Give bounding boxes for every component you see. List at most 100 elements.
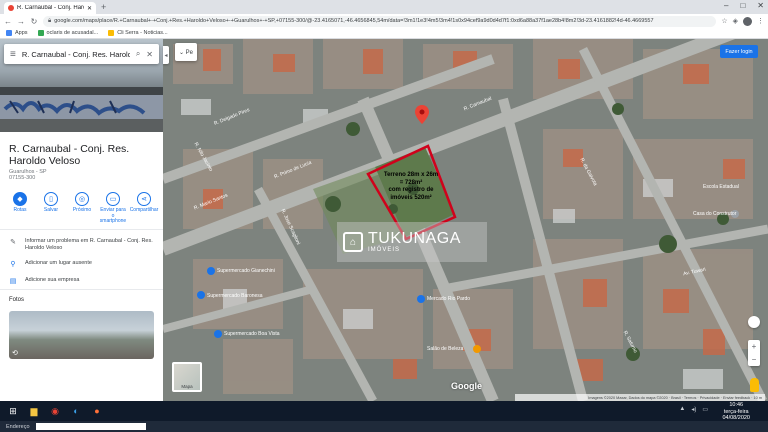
address-label: Endereço: [6, 423, 30, 430]
poi-label: Casa do Construtor: [693, 211, 737, 217]
reload-icon[interactable]: ↻: [30, 17, 38, 26]
close-window-button[interactable]: ✕: [757, 1, 764, 10]
bookmark-icon: [108, 30, 115, 36]
url-text: google.com/maps/place/R.+Carnaubal+-+Con…: [54, 18, 654, 24]
browser-toolbar: ← → ↻ 🔒︎ google.com/maps/place/R.+Carnau…: [0, 14, 768, 28]
file-explorer-icon[interactable]: ▆: [27, 404, 41, 418]
extensions-icon[interactable]: ◈: [733, 17, 738, 25]
forward-arrow-icon[interactable]: →: [17, 17, 25, 26]
edge-icon[interactable]: ◐: [69, 404, 83, 418]
poi-marker-icon[interactable]: [207, 267, 215, 275]
address-input[interactable]: [35, 423, 146, 430]
poi-label: Escola Estadual: [703, 184, 739, 190]
satellite-map[interactable]: Terreno 28m x 26m = 728m² com registro d…: [163, 39, 768, 401]
bookmark-icon: [37, 30, 44, 36]
windows-taskbar: ⊞ ▆ ◉ ◐ ●: [0, 401, 768, 421]
close-tab-icon[interactable]: ✕: [87, 5, 92, 12]
poi-label: Salão de Beleza: [427, 346, 464, 352]
maps-favicon-icon: [8, 5, 14, 11]
profile-avatar[interactable]: [743, 16, 752, 26]
store-icon: ▤: [9, 278, 17, 285]
more-menu-icon[interactable]: ⋮: [757, 17, 764, 25]
pegman-icon[interactable]: [750, 378, 759, 392]
photos-heading: Fotos: [9, 297, 25, 303]
bookmark-item[interactable]: oclaris de acusadal...: [37, 30, 98, 36]
volume-icon[interactable]: ◂): [691, 406, 696, 413]
share-button[interactable]: ⋖ Compartilhar: [130, 192, 158, 225]
battery-icon[interactable]: ▭: [702, 406, 708, 413]
poi-label: Mercado Rio Pardo: [427, 296, 471, 302]
chrome-icon[interactable]: ◉: [48, 404, 62, 418]
star-icon[interactable]: ☆: [721, 17, 727, 25]
directions-button[interactable]: ◆ Rotas: [6, 192, 34, 225]
watermark-logo: ⌂ TUKUNAGA IMÓVEIS: [337, 222, 487, 262]
tab-title: R. Carnaubal - Conj. Haroldo: [17, 5, 84, 11]
poi-label: Supermercado Baronesa: [207, 293, 263, 299]
directions-icon: ◆: [13, 192, 27, 206]
taskbar-address-toolbar: Endereço: [0, 421, 768, 432]
house-logo-icon: ⌂: [343, 232, 363, 252]
taskbar-clock[interactable]: 10:46 terça-feira 04/08/2020: [722, 402, 750, 422]
pencil-icon: ✎: [10, 239, 16, 246]
google-logo: Google: [451, 381, 482, 391]
compass-icon[interactable]: [748, 316, 760, 328]
poi-marker-icon[interactable]: [417, 295, 425, 303]
nearby-icon: ◎: [75, 192, 89, 206]
save-button[interactable]: ▯ Salvar: [37, 192, 65, 225]
poi-marker-icon[interactable]: [214, 330, 222, 338]
place-postal-code: 07155-300: [9, 175, 36, 181]
address-bar[interactable]: 🔒︎ google.com/maps/place/R.+Carnaubal+-+…: [43, 15, 717, 27]
share-icon: ⋖: [137, 192, 151, 206]
network-icon[interactable]: ▲: [679, 406, 685, 413]
zoom-controls: + −: [748, 340, 760, 366]
window-controls: – □ ✕: [724, 1, 764, 10]
lot-annotation: Terreno 28m x 26m = 728m² com registro d…: [383, 172, 439, 201]
send-phone-icon: ▭: [106, 192, 120, 206]
back-arrow-icon[interactable]: ←: [4, 17, 12, 26]
map-attribution: Imagens ©2020 Maxar, Dados do mapa ©2020…: [515, 394, 765, 401]
browser-tab[interactable]: R. Carnaubal - Conj. Haroldo ✕: [4, 2, 96, 14]
map-imagery: [163, 39, 768, 401]
zoom-out-button[interactable]: −: [752, 355, 757, 364]
add-missing-place-row[interactable]: ⚲ Adicionar um lugar ausente: [9, 260, 159, 268]
firefox-icon[interactable]: ●: [90, 404, 104, 418]
divider: [0, 289, 163, 290]
photo-thumbnail[interactable]: ⟲: [9, 311, 154, 359]
windows-start-icon[interactable]: ⊞: [6, 404, 20, 418]
search-input[interactable]: R. Carnaubal - Conj. Res. Haroldo: [22, 50, 130, 59]
search-box[interactable]: ≡ R. Carnaubal - Conj. Res. Haroldo ⌕ ✕: [4, 44, 159, 64]
search-icon[interactable]: ⌕: [136, 49, 140, 59]
place-panel: ≡ R. Carnaubal - Conj. Res. Haroldo ⌕ ✕ …: [0, 39, 163, 401]
sign-in-button[interactable]: Fazer login: [720, 45, 758, 58]
poi-marker-icon[interactable]: [197, 291, 205, 299]
hamburger-menu-icon[interactable]: ≡: [10, 49, 16, 60]
divider: [0, 229, 163, 230]
zoom-in-button[interactable]: +: [752, 342, 757, 351]
street-view-icon: ⟲: [12, 350, 18, 357]
poi-label: Supermercado Boa Vista: [224, 331, 280, 337]
send-to-phone-button[interactable]: ▭ Enviar para o smartphone: [99, 192, 127, 225]
place-title: R. Carnaubal - Conj. Res. Haroldo Veloso: [9, 143, 130, 167]
report-problem-row[interactable]: ✎ Informar um problema em R. Carnaubal -…: [9, 238, 159, 252]
close-icon[interactable]: ✕: [146, 50, 153, 59]
add-business-row[interactable]: ▤ Adicione sua empresa: [9, 277, 159, 285]
poi-label: Supermercado Gianechini: [217, 268, 275, 274]
apps-grid-icon: [6, 30, 12, 36]
poi-marker-icon[interactable]: [473, 345, 481, 353]
lock-icon: 🔒︎: [48, 17, 52, 24]
system-tray: ▲ ◂) ▭: [679, 406, 708, 413]
pin-plus-icon: ⚲: [10, 261, 16, 268]
bookmarks-bar: Apps oclaris de acusadal... Cli Serra - …: [0, 28, 768, 39]
maximize-button[interactable]: □: [740, 1, 745, 10]
bookmark-icon: ▯: [44, 192, 58, 206]
map-search-nearby-button[interactable]: ⌄ Pe: [175, 43, 197, 61]
map-layer-toggle[interactable]: Mapa: [172, 362, 202, 392]
tab-strip: R. Carnaubal - Conj. Haroldo ✕ + – □ ✕: [0, 0, 768, 14]
collapse-panel-button[interactable]: ◂: [163, 46, 169, 64]
new-tab-button[interactable]: +: [101, 2, 106, 12]
bookmark-item[interactable]: Cli Serra - Noticias...: [108, 30, 168, 36]
minimize-button[interactable]: –: [724, 1, 728, 10]
nearby-button[interactable]: ◎ Próximo: [68, 192, 96, 225]
place-actions: ◆ Rotas ▯ Salvar ◎ Próximo ▭ Enviar para…: [6, 192, 158, 225]
bookmark-apps[interactable]: Apps: [6, 30, 28, 36]
